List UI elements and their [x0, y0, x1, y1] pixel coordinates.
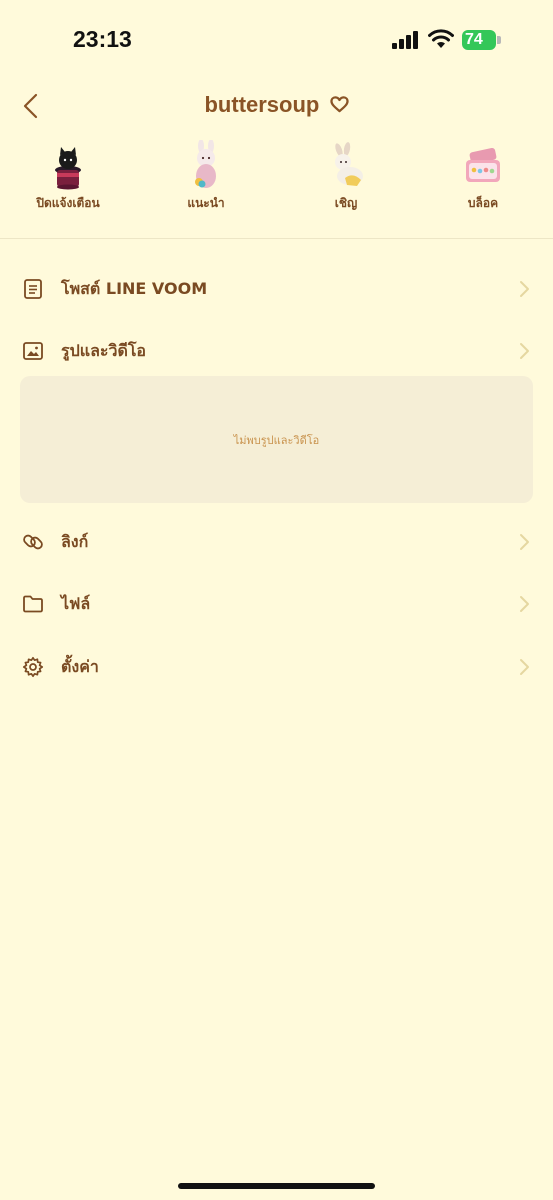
chat-info-screen: 23:13 74 buttersoup ปิดแจ้งเตือน แนะนำ เ…	[0, 0, 553, 1200]
page-title: buttersoup	[0, 92, 553, 118]
menu-item-settings[interactable]: ตั้งค่า	[0, 642, 553, 692]
home-indicator[interactable]	[178, 1183, 375, 1189]
gear-icon	[22, 656, 44, 678]
bunny-crawling-icon	[335, 142, 363, 186]
recommend-button[interactable]: แนะนำ	[151, 140, 261, 213]
menu-item-label: ไฟล์	[61, 594, 91, 613]
menu-item-label: รูปและวิดีโอ	[61, 341, 147, 360]
bunny-figure-icon	[195, 140, 216, 188]
link-icon	[23, 534, 43, 550]
chevron-right-icon	[520, 343, 529, 359]
status-time: 23:13	[73, 26, 132, 52]
action-bar: ปิดแจ้งเตือน แนะนำ เชิญ บล็อค	[0, 140, 553, 220]
invite-label: เชิญ	[334, 196, 358, 210]
battery-level: 74	[462, 30, 496, 50]
chat-name: buttersoup	[204, 92, 320, 117]
chevron-right-icon	[520, 596, 529, 612]
document-icon	[24, 279, 42, 299]
wifi-icon	[428, 29, 454, 48]
battery-cap	[497, 36, 501, 44]
chevron-right-icon	[520, 534, 529, 550]
block-button[interactable]: บล็อค	[428, 140, 538, 213]
heart-icon	[329, 96, 349, 113]
mute-notifications-label: ปิดแจ้งเตือน	[36, 196, 100, 210]
recommend-label: แนะนำ	[187, 196, 225, 210]
invite-button[interactable]: เชิญ	[291, 140, 401, 213]
cellular-signal-icon	[392, 31, 418, 49]
empty-message: ไม่พบรูปและวิดีโอ	[233, 434, 320, 447]
mute-notifications-button[interactable]: ปิดแจ้งเตือน	[13, 140, 123, 213]
menu-item-links[interactable]: ลิงก์	[0, 517, 553, 567]
media-empty-state: ไม่พบรูปและวิดีโอ	[20, 376, 533, 503]
chevron-right-icon	[520, 281, 529, 297]
folder-icon	[23, 595, 43, 613]
menu-item-files[interactable]: ไฟล์	[0, 579, 553, 629]
cat-in-hat-icon	[55, 147, 81, 190]
block-label: บล็อค	[467, 196, 499, 210]
menu-item-label: ลิงก์	[61, 532, 89, 551]
menu-item-line-voom[interactable]: โพสต์ LINE VOOM	[0, 264, 553, 314]
divider	[0, 238, 553, 239]
toy-box-icon	[466, 147, 500, 182]
menu-item-label: ตั้งค่า	[61, 657, 99, 676]
menu-item-photos-videos[interactable]: รูปและวิดีโอ	[0, 326, 553, 376]
menu-item-label: โพสต์ LINE VOOM	[61, 279, 208, 298]
image-icon	[23, 342, 43, 360]
chevron-right-icon	[520, 659, 529, 675]
